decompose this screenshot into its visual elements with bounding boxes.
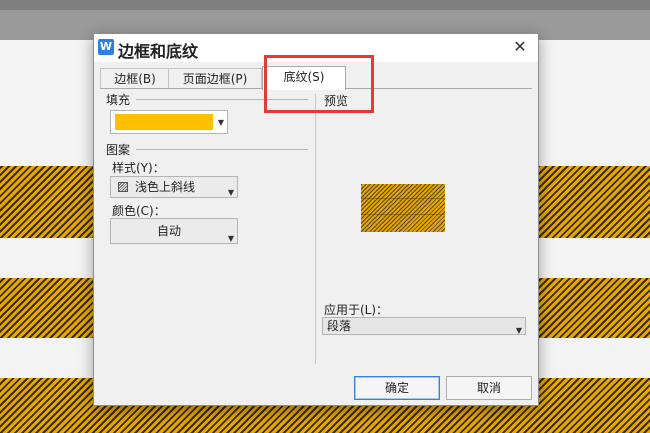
chevron-down-icon: ▼ [227, 234, 234, 243]
style-select-value: 浅色上斜线 [135, 180, 196, 194]
color-select[interactable]: 自动 ▼ [110, 218, 238, 244]
apply-to-select[interactable]: 段落 ▼ [322, 317, 526, 335]
pattern-divider [136, 149, 308, 150]
tab-shading[interactable]: 底纹(S) [262, 66, 346, 90]
preview-label: 预览 [324, 94, 349, 108]
preview-text-line [361, 214, 445, 215]
apply-to-label: 应用于(L)： [324, 303, 389, 317]
color-label: 颜色(C)： [112, 204, 166, 218]
dialog-title: 边框和底纹 [118, 42, 199, 61]
tab-borders[interactable]: 边框(B) [100, 68, 170, 89]
ruler [0, 0, 650, 10]
style-label: 样式(Y)： [112, 161, 165, 175]
cancel-button[interactable]: 取消 [446, 376, 532, 400]
close-icon[interactable]: ✕ [510, 37, 530, 57]
preview-text-line [361, 198, 445, 199]
preview-divider [315, 94, 316, 364]
apply-to-value: 段落 [327, 319, 352, 333]
fill-label: 填充 [106, 93, 131, 107]
fill-color-swatch [115, 114, 213, 130]
fill-color-picker[interactable]: ▼ [110, 110, 228, 134]
dialog-titlebar: W 边框和底纹 ✕ [94, 34, 538, 62]
shading-preview [361, 184, 445, 232]
wps-app-icon: W [98, 39, 114, 55]
chevron-down-icon: ▼ [217, 118, 224, 127]
chevron-down-icon: ▼ [227, 188, 234, 197]
fill-divider [136, 99, 308, 100]
color-select-value: 自动 [156, 224, 181, 238]
pattern-label: 图案 [106, 143, 131, 157]
tab-page-borders[interactable]: 页面边框(P) [168, 68, 262, 89]
dialog-tabs: 边框(B) 页面边框(P) 底纹(S) [100, 66, 534, 90]
ok-button[interactable]: 确定 [354, 376, 440, 400]
chevron-down-icon: ▼ [515, 326, 522, 335]
borders-shading-dialog: W 边框和底纹 ✕ 边框(B) 页面边框(P) 底纹(S) 填充 ▼ 图案 样式… [93, 33, 539, 406]
pattern-light-up-diagonal-icon [118, 182, 128, 192]
style-select[interactable]: 浅色上斜线 ▼ [110, 176, 238, 198]
